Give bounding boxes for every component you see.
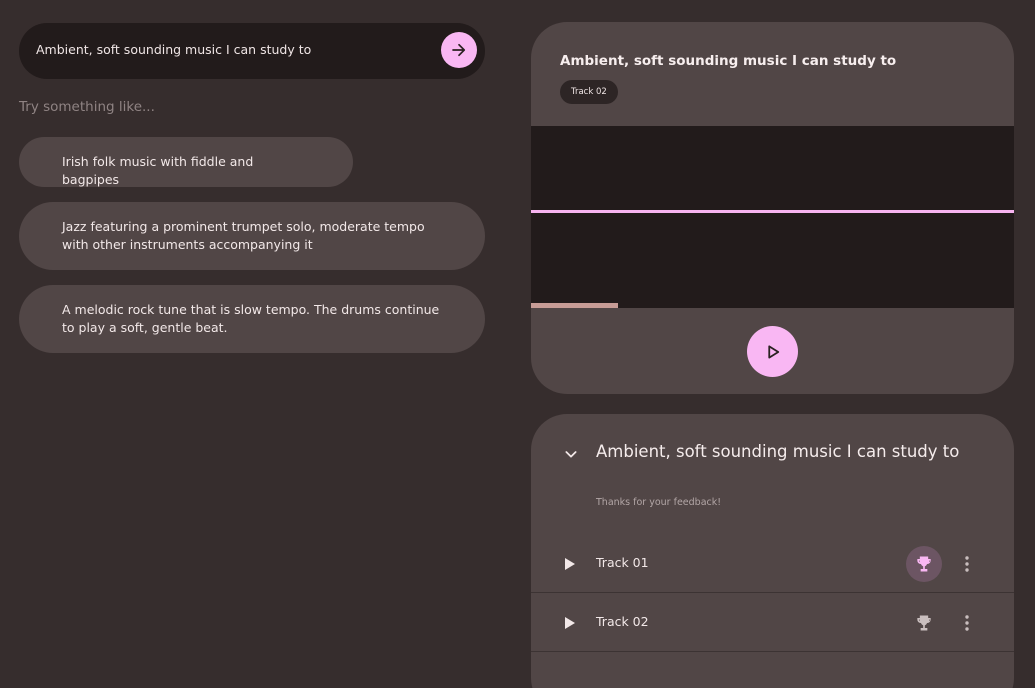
prompt-input[interactable]: Ambient, soft sounding music I can study…: [36, 42, 311, 57]
arrow-right-icon: [452, 43, 466, 57]
player-title: Ambient, soft sounding music I can study…: [560, 53, 897, 69]
suggestion-chip[interactable]: Irish folk music with fiddle and bagpipe…: [19, 137, 353, 187]
trophy-button[interactable]: [906, 546, 942, 582]
results-card: Ambient, soft sounding music I can study…: [531, 414, 1014, 688]
suggestions-heading: Try something like...: [19, 99, 155, 115]
progress-bar[interactable]: [531, 303, 1014, 308]
play-icon[interactable]: [564, 616, 576, 630]
player-card: Ambient, soft sounding music I can study…: [531, 22, 1014, 394]
results-title: Ambient, soft sounding music I can study…: [596, 442, 960, 461]
track-name: Track 02: [596, 614, 649, 629]
chevron-down-icon[interactable]: [563, 446, 579, 462]
waveform[interactable]: [531, 126, 1014, 308]
play-icon[interactable]: [564, 557, 576, 571]
more-options-button[interactable]: [955, 551, 979, 577]
trophy-icon: [917, 556, 931, 572]
track-chip: Track 02: [560, 80, 618, 104]
suggestion-label: A melodic rock tune that is slow tempo. …: [62, 302, 440, 335]
trophy-button[interactable]: [906, 605, 942, 641]
suggestion-chip[interactable]: Jazz featuring a prominent trumpet solo,…: [19, 202, 485, 270]
more-vert-icon: [965, 615, 969, 631]
waveform-line: [531, 210, 1014, 213]
trophy-icon: [917, 615, 931, 631]
feedback-message: Thanks for your feedback!: [596, 497, 722, 508]
progress-fill: [531, 303, 618, 308]
track-name: Track 01: [596, 555, 649, 570]
more-options-button[interactable]: [955, 610, 979, 636]
more-vert-icon: [965, 556, 969, 572]
prompt-input-bar[interactable]: Ambient, soft sounding music I can study…: [19, 23, 485, 79]
suggestion-label: Irish folk music with fiddle and bagpipe…: [62, 154, 254, 187]
track-row[interactable]: Track 01: [531, 535, 1014, 593]
suggestion-chip[interactable]: A melodic rock tune that is slow tempo. …: [19, 285, 485, 353]
play-button[interactable]: [747, 326, 798, 377]
suggestion-label: Jazz featuring a prominent trumpet solo,…: [62, 219, 425, 252]
send-button[interactable]: [441, 32, 477, 68]
track-row[interactable]: Track 02: [531, 594, 1014, 652]
play-icon: [767, 344, 779, 359]
